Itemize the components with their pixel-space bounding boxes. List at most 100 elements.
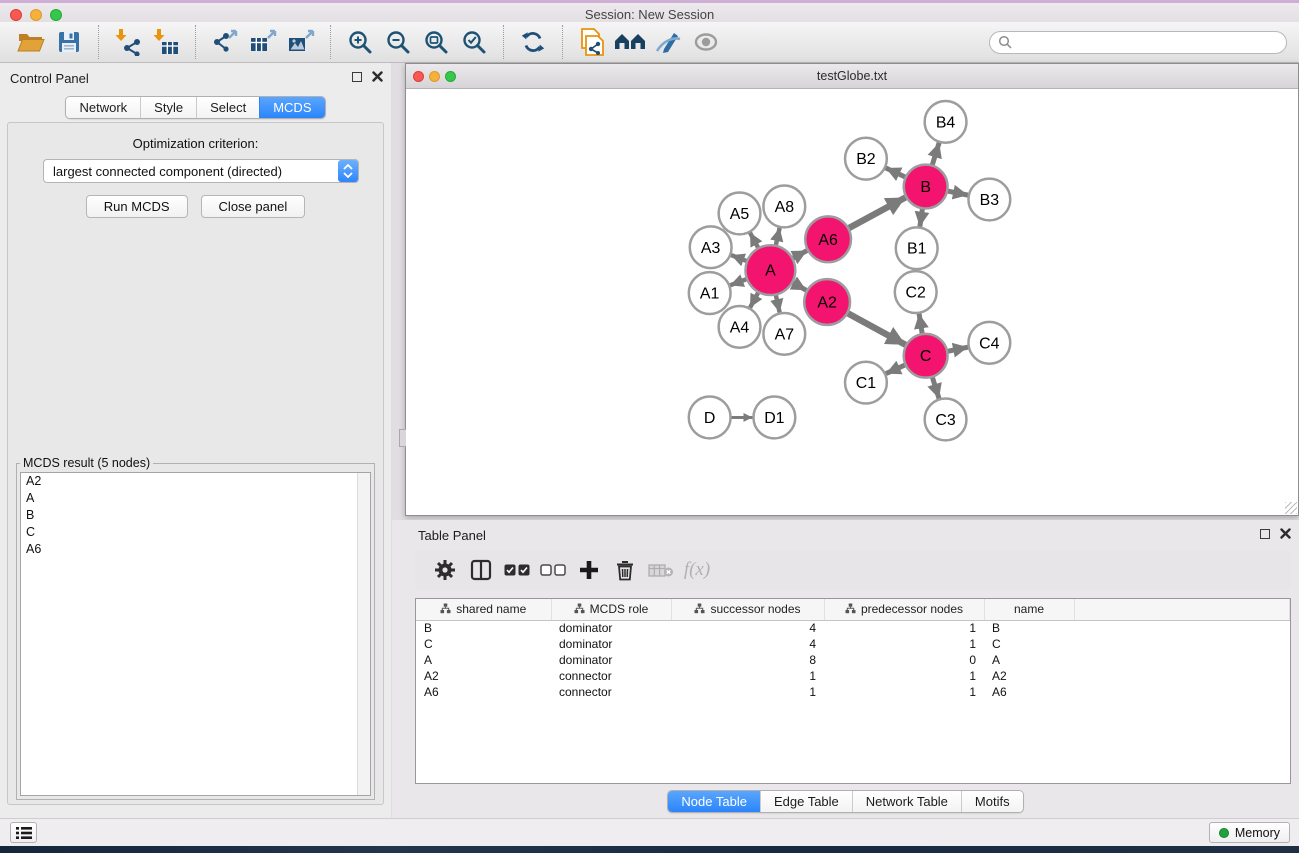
column-header-mcds-role[interactable]: MCDS role (551, 599, 671, 620)
node-B[interactable]: B (904, 165, 948, 209)
show-all-button[interactable] (690, 26, 722, 58)
node-A7[interactable]: A7 (763, 313, 805, 355)
column-header-predecessor-nodes[interactable]: predecessor nodes (824, 599, 984, 620)
node-C2[interactable]: C2 (895, 271, 937, 313)
edge-A6-B[interactable] (846, 197, 905, 229)
edge-B-B4[interactable] (932, 143, 940, 168)
clone-network-button[interactable] (576, 26, 608, 58)
table-cell[interactable]: dominator (551, 620, 671, 636)
zoom-out-button[interactable] (382, 26, 414, 58)
node-table[interactable]: shared name MCDS role successor nodes pr… (415, 598, 1291, 784)
node-B2[interactable]: B2 (845, 138, 887, 180)
table-row[interactable]: A2connector11A2 (416, 668, 1290, 684)
table-cell[interactable]: C (416, 636, 551, 652)
tab-style[interactable]: Style (140, 97, 196, 118)
export-network-button[interactable] (209, 26, 241, 58)
tab-network[interactable]: Network (66, 97, 140, 118)
table-cell[interactable]: 0 (824, 652, 984, 668)
table-cell[interactable]: 1 (671, 668, 824, 684)
table-row[interactable]: Bdominator41B (416, 620, 1290, 636)
table-row[interactable]: Cdominator41C (416, 636, 1290, 652)
table-row[interactable]: Adominator80A (416, 652, 1290, 668)
tab-select[interactable]: Select (196, 97, 259, 118)
zoom-selected-button[interactable] (458, 26, 490, 58)
result-list-item[interactable]: C (21, 524, 370, 541)
column-header-shared-name[interactable]: shared name (416, 599, 551, 620)
table-cell[interactable]: 1 (824, 636, 984, 652)
node-A1[interactable]: A1 (689, 272, 731, 314)
table-cell[interactable]: A2 (984, 668, 1074, 684)
node-C4[interactable]: C4 (968, 322, 1010, 364)
result-list-item[interactable]: A (21, 490, 370, 507)
close-panel-icon[interactable] (1280, 528, 1291, 539)
close-panel-icon[interactable] (372, 71, 383, 82)
open-session-button[interactable] (15, 26, 47, 58)
tab-mcds[interactable]: MCDS (259, 97, 324, 118)
edge-C-C2[interactable] (919, 314, 922, 336)
result-list-item[interactable]: A6 (21, 541, 370, 558)
list-scrollbar[interactable] (357, 473, 370, 795)
export-table-button[interactable] (247, 26, 279, 58)
table-cell[interactable]: A6 (416, 684, 551, 700)
column-header-successor-nodes[interactable]: successor nodes (671, 599, 824, 620)
network-window-titlebar[interactable]: testGlobe.txt (406, 64, 1298, 89)
node-D1[interactable]: D1 (753, 397, 795, 439)
table-cell[interactable]: 1 (671, 684, 824, 700)
node-A2[interactable]: A2 (804, 279, 850, 325)
table-cell[interactable]: B (416, 620, 551, 636)
node-C1[interactable]: C1 (845, 362, 887, 404)
window-resize-handle[interactable] (1285, 502, 1297, 514)
table-cell[interactable]: A (416, 652, 551, 668)
table-settings-button[interactable] (427, 555, 463, 585)
search-input[interactable] (1017, 35, 1278, 49)
table-cell[interactable]: dominator (551, 652, 671, 668)
deselect-all-columns-button[interactable] (535, 555, 571, 585)
tab-node-table[interactable]: Node Table (668, 791, 760, 812)
node-A3[interactable]: A3 (690, 226, 732, 268)
node-A8[interactable]: A8 (763, 186, 805, 228)
tab-motifs[interactable]: Motifs (961, 791, 1023, 812)
result-list-item[interactable]: A2 (21, 473, 370, 490)
table-cell[interactable]: 1 (824, 620, 984, 636)
criterion-dropdown[interactable]: largest connected component (directed) (43, 159, 359, 183)
destroy-table-button[interactable] (643, 555, 679, 585)
node-B4[interactable]: B4 (925, 101, 967, 143)
edge-A2-C[interactable] (845, 312, 905, 345)
node-C[interactable]: C (904, 334, 948, 378)
network-canvas-svg[interactable]: AA1A2A3A4A5A6A7A8BB1B2B3B4CC1C2C3C4DD1 (407, 90, 1297, 514)
table-cell[interactable]: 4 (671, 636, 824, 652)
table-cell[interactable]: C (984, 636, 1074, 652)
table-cell[interactable]: A (984, 652, 1074, 668)
delete-columns-button[interactable] (607, 555, 643, 585)
table-cell[interactable]: 4 (671, 620, 824, 636)
edge-B-B2[interactable] (886, 168, 908, 178)
table-cell[interactable]: connector (551, 668, 671, 684)
column-header-name[interactable]: name (984, 599, 1074, 620)
table-row[interactable]: A6connector11A6 (416, 684, 1290, 700)
node-A[interactable]: A (746, 245, 796, 295)
first-neighbors-button[interactable] (614, 26, 646, 58)
select-all-columns-button[interactable] (499, 555, 535, 585)
edge-B-B3[interactable] (945, 191, 968, 196)
network-canvas[interactable]: AA1A2A3A4A5A6A7A8BB1B2B3B4CC1C2C3C4DD1 (407, 90, 1297, 514)
table-cell[interactable]: 1 (824, 668, 984, 684)
float-panel-icon[interactable] (352, 72, 362, 82)
table-cell[interactable]: 8 (671, 652, 824, 668)
save-session-button[interactable] (53, 26, 85, 58)
edge-C-C3[interactable] (932, 375, 939, 399)
table-cell[interactable]: dominator (551, 636, 671, 652)
tab-network-table[interactable]: Network Table (852, 791, 961, 812)
memory-button[interactable]: Memory (1209, 822, 1290, 843)
node-B1[interactable]: B1 (896, 227, 938, 269)
import-table-button[interactable] (150, 26, 182, 58)
refresh-button[interactable] (517, 26, 549, 58)
result-list-item[interactable]: B (21, 507, 370, 524)
create-column-button[interactable] (571, 555, 607, 585)
function-builder-button[interactable]: f(x) (679, 555, 715, 585)
table-cell[interactable]: connector (551, 684, 671, 700)
table-split-view-button[interactable] (463, 555, 499, 585)
edge-C-C4[interactable] (945, 347, 968, 352)
zoom-fit-button[interactable] (420, 26, 452, 58)
import-network-button[interactable] (112, 26, 144, 58)
hide-selected-button[interactable] (652, 26, 684, 58)
